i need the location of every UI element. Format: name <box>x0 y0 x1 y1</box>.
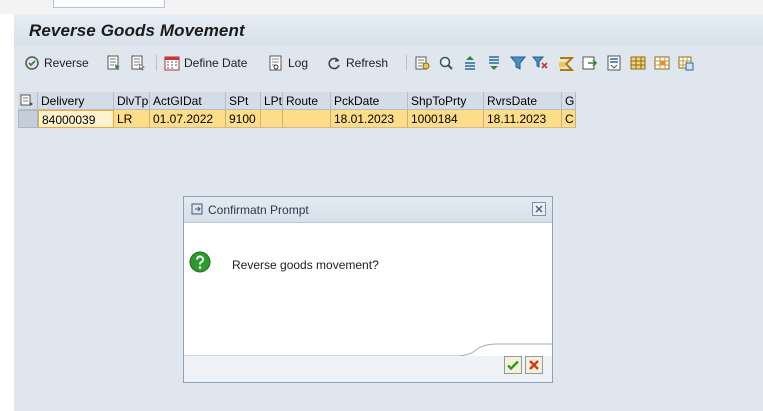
column-header-lpt[interactable]: LPt <box>261 92 283 110</box>
column-header-actgidat[interactable]: ActGIDat <box>150 92 226 110</box>
command-field[interactable] <box>53 0 165 8</box>
dialog-footer <box>184 356 552 382</box>
row-selector[interactable] <box>18 110 38 128</box>
close-icon <box>535 205 543 213</box>
define-date-button[interactable]: Define Date <box>164 53 247 73</box>
select-all-icon[interactable] <box>18 92 38 110</box>
cancel-icon <box>529 360 539 370</box>
reverse-button[interactable]: Reverse <box>24 53 89 73</box>
refresh-icon <box>328 57 340 70</box>
export-icon[interactable] <box>582 55 598 71</box>
column-header-dlvtp[interactable]: DlvTp <box>114 92 150 110</box>
dialog-message: Reverse goods movement? <box>232 258 379 272</box>
cancel-button[interactable] <box>525 356 543 374</box>
print-preview-icon[interactable] <box>606 55 622 71</box>
left-gutter <box>0 14 14 411</box>
dialog-window-icon <box>191 203 203 215</box>
column-header-route[interactable]: Route <box>283 92 331 110</box>
document-select-icon[interactable] <box>106 55 122 71</box>
total-icon[interactable] <box>558 55 574 71</box>
sort-descending-icon[interactable] <box>486 55 502 71</box>
dialog-title-bar[interactable]: Confirmatn Prompt <box>184 197 552 223</box>
cell-delivery[interactable]: 84000039 <box>38 110 114 128</box>
delete-filter-icon[interactable] <box>532 55 548 71</box>
cell-pckdate[interactable]: 18.01.2023 <box>331 110 408 128</box>
top-strip <box>0 0 763 14</box>
cell-rvrsdate[interactable]: 18.11.2023 <box>484 110 562 128</box>
column-header-shptoprty[interactable]: ShpToPrty <box>408 92 484 110</box>
cell-route[interactable] <box>283 110 331 128</box>
toolbar: Reverse Define Date Log Refresh <box>14 50 763 76</box>
title-bar: Reverse Goods Movement <box>14 14 763 46</box>
change-layout-icon[interactable] <box>654 55 670 71</box>
page-title: Reverse Goods Movement <box>29 21 245 40</box>
details-icon[interactable] <box>414 55 430 71</box>
question-icon <box>189 251 211 273</box>
calendar-icon <box>164 56 180 71</box>
column-header-spt[interactable]: SPt <box>226 92 261 110</box>
toolbar-separator <box>406 55 407 71</box>
cell-g[interactable]: C <box>562 110 576 128</box>
log-button[interactable]: Log <box>268 53 308 73</box>
column-header-pckdate[interactable]: PckDate <box>331 92 408 110</box>
column-header-rvrsdate[interactable]: RvrsDate <box>484 92 562 110</box>
log-label: Log <box>288 56 309 70</box>
confirm-button[interactable] <box>504 356 522 374</box>
sort-ascending-icon[interactable] <box>462 55 478 71</box>
dialog-body: Reverse goods movement? <box>184 223 552 356</box>
dialog-title: Confirmatn Prompt <box>208 203 309 217</box>
dialog-footer-divider <box>184 343 552 357</box>
define-date-label: Define Date <box>184 56 248 70</box>
confirmation-dialog: Confirmatn Prompt Reverse goods movement… <box>183 196 553 383</box>
filter-icon[interactable] <box>510 55 526 71</box>
refresh-button[interactable]: Refresh <box>326 53 388 73</box>
log-icon <box>269 55 282 71</box>
spreadsheet-icon[interactable] <box>630 55 646 71</box>
toolbar-separator <box>156 55 157 71</box>
cell-shptoprty[interactable]: 1000184 <box>408 110 484 128</box>
cell-spt[interactable]: 9100 <box>226 110 261 128</box>
column-header-delivery[interactable]: Delivery <box>38 92 114 110</box>
reverse-icon <box>25 56 39 70</box>
cell-dlvtp[interactable]: LR <box>114 110 150 128</box>
cell-actgidat[interactable]: 01.07.2022 <box>150 110 226 128</box>
checkmark-icon <box>507 360 519 371</box>
cell-lpt[interactable] <box>261 110 283 128</box>
column-header-g[interactable]: G <box>562 92 576 110</box>
table-settings-icon <box>20 94 33 106</box>
find-icon[interactable] <box>438 55 454 71</box>
select-layout-icon[interactable] <box>678 55 694 71</box>
reverse-label: Reverse <box>44 56 89 70</box>
document-deselect-icon[interactable] <box>130 55 146 71</box>
refresh-label: Refresh <box>346 56 389 70</box>
close-button[interactable] <box>532 202 546 216</box>
